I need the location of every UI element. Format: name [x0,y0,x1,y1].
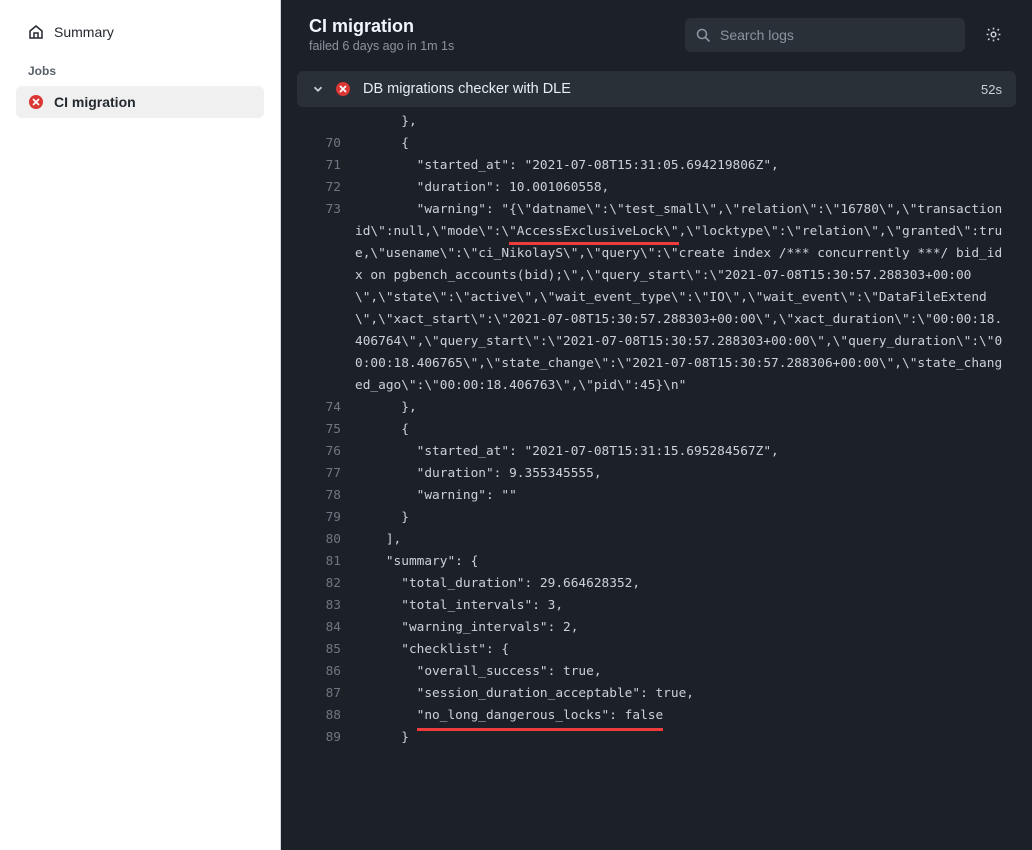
search-icon [695,27,711,43]
line-content: "checklist": { [355,639,1016,661]
line-number: 88 [297,705,355,727]
sidebar-section-jobs: Jobs [16,48,264,86]
log-line: 82 "total_duration": 29.664628352, [297,573,1016,595]
log-line: 81 "summary": { [297,551,1016,573]
log-line: 79 } [297,507,1016,529]
line-content: "no_long_dangerous_locks": false [355,705,1016,727]
log-line: 87 "session_duration_acceptable": true, [297,683,1016,705]
line-number: 87 [297,683,355,705]
log-line: 78 "warning": "" [297,485,1016,507]
line-content: }, [355,111,1016,133]
log-line: 85 "checklist": { [297,639,1016,661]
line-number: 76 [297,441,355,463]
step-title: DB migrations checker with DLE [363,81,981,97]
log-line: 83 "total_intervals": 3, [297,595,1016,617]
settings-button[interactable] [979,20,1008,49]
line-content: { [355,133,1016,155]
log-panel: },70 {71 "started_at": "2021-07-08T15:31… [281,107,1032,850]
highlight-underline: "AccessExclusiveLock\" [509,221,679,243]
main-panel: CI migration failed 6 days ago in 1m 1s [281,0,1032,850]
highlight-underline: "no_long_dangerous_locks": false [417,705,664,727]
log-line: 73 "warning": "{\"datname\":\"test_small… [297,199,1016,397]
log-line: 84 "warning_intervals": 2, [297,617,1016,639]
line-number: 84 [297,617,355,639]
step-row[interactable]: DB migrations checker with DLE 52s [297,71,1016,107]
log-line: 72 "duration": 10.001060558, [297,177,1016,199]
log-line: 75 { [297,419,1016,441]
log-line: 77 "duration": 9.355345555, [297,463,1016,485]
line-content: "duration": 9.355345555, [355,463,1016,485]
line-number: 89 [297,727,355,749]
log-line: 88 "no_long_dangerous_locks": false [297,705,1016,727]
gear-icon [985,26,1002,43]
line-number: 71 [297,155,355,177]
log-line: 76 "started_at": "2021-07-08T15:31:15.69… [297,441,1016,463]
line-content: "warning": "{\"datname\":\"test_small\",… [355,199,1016,397]
log-line: 86 "overall_success": true, [297,661,1016,683]
line-number: 85 [297,639,355,661]
line-content: "summary": { [355,551,1016,573]
line-number: 86 [297,661,355,683]
line-number: 80 [297,529,355,551]
log-line: 74 }, [297,397,1016,419]
line-content: "started_at": "2021-07-08T15:31:05.69421… [355,155,1016,177]
line-number: 74 [297,397,355,419]
line-number: 73 [297,199,355,397]
line-content: { [355,419,1016,441]
line-content: ], [355,529,1016,551]
line-number [297,111,355,133]
line-number: 81 [297,551,355,573]
line-content: } [355,507,1016,529]
line-number: 82 [297,573,355,595]
log-line: }, [297,111,1016,133]
line-number: 79 [297,507,355,529]
home-icon [28,24,44,40]
log-line: 70 { [297,133,1016,155]
line-number: 78 [297,485,355,507]
fail-icon [28,94,44,110]
step-duration: 52s [981,82,1002,97]
line-content: }, [355,397,1016,419]
fail-icon [335,81,351,97]
line-content: "total_duration": 29.664628352, [355,573,1016,595]
line-content: "duration": 10.001060558, [355,177,1016,199]
sidebar-summary-label: Summary [54,24,114,40]
line-content: "warning": "" [355,485,1016,507]
log-line: 80 ], [297,529,1016,551]
line-number: 70 [297,133,355,155]
header: CI migration failed 6 days ago in 1m 1s [281,0,1032,69]
search-input[interactable] [685,18,965,52]
sidebar-item-job[interactable]: CI migration [16,86,264,118]
line-content: "warning_intervals": 2, [355,617,1016,639]
line-content: "session_duration_acceptable": true, [355,683,1016,705]
line-number: 77 [297,463,355,485]
line-number: 83 [297,595,355,617]
sidebar-item-summary[interactable]: Summary [16,16,264,48]
search-wrap [685,18,965,52]
line-content: "started_at": "2021-07-08T15:31:15.69528… [355,441,1016,463]
chevron-down-icon [311,82,325,96]
sidebar: Summary Jobs CI migration [0,0,281,850]
line-content: "total_intervals": 3, [355,595,1016,617]
status-line: failed 6 days ago in 1m 1s [309,39,685,53]
line-content: "overall_success": true, [355,661,1016,683]
line-number: 72 [297,177,355,199]
page-title: CI migration [309,16,685,37]
line-number: 75 [297,419,355,441]
log-line: 71 "started_at": "2021-07-08T15:31:05.69… [297,155,1016,177]
sidebar-job-label: CI migration [54,94,136,110]
